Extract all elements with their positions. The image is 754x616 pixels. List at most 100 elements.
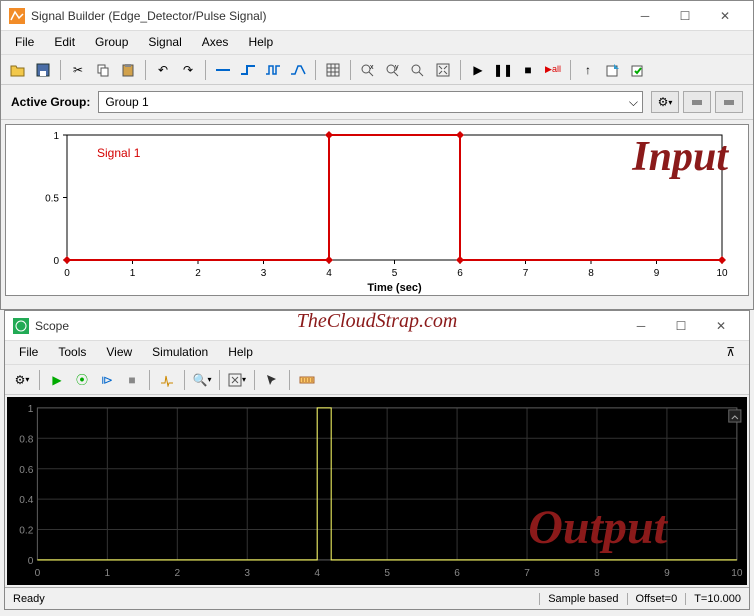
toolbar: ✂ ↶ ↷ x y ▶ ❚❚ ■ ▶all ↑ (1, 55, 753, 85)
input-chart-svg: 01234567891000.51Time (sec)Signal 1 (6, 125, 748, 295)
scope-zoom-icon[interactable]: 🔍▾ (191, 369, 213, 391)
minimize-button[interactable]: ─ (625, 2, 665, 30)
active-group-select[interactable]: Group 1 ⌵ (98, 91, 643, 113)
scope-maximize-button[interactable]: ☐ (661, 312, 701, 340)
svg-text:1: 1 (53, 131, 59, 142)
svg-text:0: 0 (28, 556, 34, 567)
chevron-down-icon: ⌵ (629, 95, 638, 110)
svg-text:0: 0 (35, 568, 41, 579)
pulse-signal-icon[interactable] (262, 59, 284, 81)
scope-settings-icon[interactable]: ⚙▾ (11, 369, 33, 391)
status-ready: Ready (5, 593, 539, 605)
svg-text:Signal 1: Signal 1 (97, 146, 141, 160)
scope-step-icon[interactable]: ⧐ (96, 369, 118, 391)
settings-gear-icon[interactable]: ⚙▾ (651, 91, 679, 113)
scope-cursor-icon[interactable] (261, 369, 283, 391)
menu-edit[interactable]: Edit (44, 33, 85, 52)
fit-icon[interactable] (432, 59, 454, 81)
cut-icon[interactable]: ✂ (67, 59, 89, 81)
svg-text:x: x (370, 64, 374, 71)
scope-minimize-button[interactable]: ─ (621, 312, 661, 340)
svg-text:9: 9 (654, 268, 660, 279)
scope-menu-help[interactable]: Help (218, 343, 263, 362)
svg-text:0: 0 (53, 256, 59, 267)
ramp-signal-icon[interactable] (287, 59, 309, 81)
svg-text:y: y (395, 64, 399, 71)
export-icon[interactable] (602, 59, 624, 81)
active-group-label: Active Group: (11, 95, 90, 109)
svg-text:8: 8 (594, 568, 600, 579)
play-icon[interactable]: ▶ (467, 59, 489, 81)
scope-titlebar: Scope ─ ☐ ✕ (5, 311, 749, 341)
copy-icon[interactable] (92, 59, 114, 81)
scope-menu-file[interactable]: File (9, 343, 48, 362)
svg-text:5: 5 (384, 568, 390, 579)
move-up-icon[interactable] (683, 91, 711, 113)
svg-text:9: 9 (664, 568, 670, 579)
redo-icon[interactable]: ↷ (177, 59, 199, 81)
save-icon[interactable] (32, 59, 54, 81)
zoom-xy-icon[interactable] (407, 59, 429, 81)
svg-text:0.6: 0.6 (19, 465, 33, 476)
menu-signal[interactable]: Signal (138, 33, 191, 52)
separator (254, 370, 255, 390)
scope-menu-simulation[interactable]: Simulation (142, 343, 218, 362)
close-button[interactable]: ✕ (705, 2, 745, 30)
maximize-button[interactable]: ☐ (665, 2, 705, 30)
scope-menubar: File Tools View Simulation Help ⊼ (5, 341, 749, 365)
pause-icon[interactable]: ❚❚ (492, 59, 514, 81)
constant-signal-icon[interactable] (212, 59, 234, 81)
menu-help[interactable]: Help (238, 33, 283, 52)
svg-text:10: 10 (731, 568, 743, 579)
zoom-in-x-icon[interactable]: x (357, 59, 379, 81)
scope-menu-view[interactable]: View (96, 343, 142, 362)
separator (39, 370, 40, 390)
stop-icon[interactable]: ■ (517, 59, 539, 81)
svg-text:2: 2 (174, 568, 180, 579)
verify-icon[interactable] (627, 59, 649, 81)
zoom-in-y-icon[interactable]: y (382, 59, 404, 81)
svg-text:5: 5 (392, 268, 398, 279)
undo-icon[interactable]: ↶ (152, 59, 174, 81)
output-chart-svg: 01234567891000.20.40.60.81 (7, 397, 747, 585)
grid-icon[interactable] (322, 59, 344, 81)
svg-text:0.5: 0.5 (45, 194, 59, 205)
menu-axes[interactable]: Axes (192, 33, 239, 52)
status-offset: Offset=0 (627, 593, 686, 605)
scope-close-button[interactable]: ✕ (701, 312, 741, 340)
status-sample: Sample based (539, 593, 626, 605)
svg-text:1: 1 (105, 568, 111, 579)
window-title: Signal Builder (Edge_Detector/Pulse Sign… (31, 9, 625, 23)
open-icon[interactable] (7, 59, 29, 81)
scope-toolbar: ⚙▾ ▶ ⦿ ⧐ ■ 🔍▾ ▾ (5, 365, 749, 395)
scope-menu-extra-icon[interactable]: ⊼ (716, 343, 745, 362)
up-icon[interactable]: ↑ (577, 59, 599, 81)
svg-text:3: 3 (244, 568, 250, 579)
scope-measure-icon[interactable] (296, 369, 318, 391)
scope-autoscale-icon[interactable]: ▾ (226, 369, 248, 391)
scope-window: Scope ─ ☐ ✕ File Tools View Simulation H… (4, 310, 750, 610)
statusbar: Ready Sample based Offset=0 T=10.000 (5, 587, 749, 609)
separator (289, 370, 290, 390)
menu-group[interactable]: Group (85, 33, 138, 52)
step-signal-icon[interactable] (237, 59, 259, 81)
separator (350, 60, 351, 80)
svg-text:0.2: 0.2 (19, 526, 33, 537)
active-group-value: Group 1 (105, 95, 148, 109)
separator (570, 60, 571, 80)
input-chart[interactable]: 01234567891000.51Time (sec)Signal 1 Inpu… (5, 124, 749, 296)
scope-stop-icon[interactable]: ■ (121, 369, 143, 391)
output-chart[interactable]: 01234567891000.20.40.60.81 Output (7, 397, 747, 585)
svg-text:6: 6 (454, 568, 460, 579)
menu-file[interactable]: File (5, 33, 44, 52)
svg-text:4: 4 (314, 568, 320, 579)
separator (315, 60, 316, 80)
app-icon (9, 8, 25, 24)
paste-icon[interactable] (117, 59, 139, 81)
scope-run-icon[interactable]: ▶ (46, 369, 68, 391)
scope-step-fwd-icon[interactable]: ⦿ (71, 369, 93, 391)
run-all-icon[interactable]: ▶all (542, 59, 564, 81)
move-down-icon[interactable] (715, 91, 743, 113)
scope-menu-tools[interactable]: Tools (48, 343, 96, 362)
scope-trigger-icon[interactable] (156, 369, 178, 391)
